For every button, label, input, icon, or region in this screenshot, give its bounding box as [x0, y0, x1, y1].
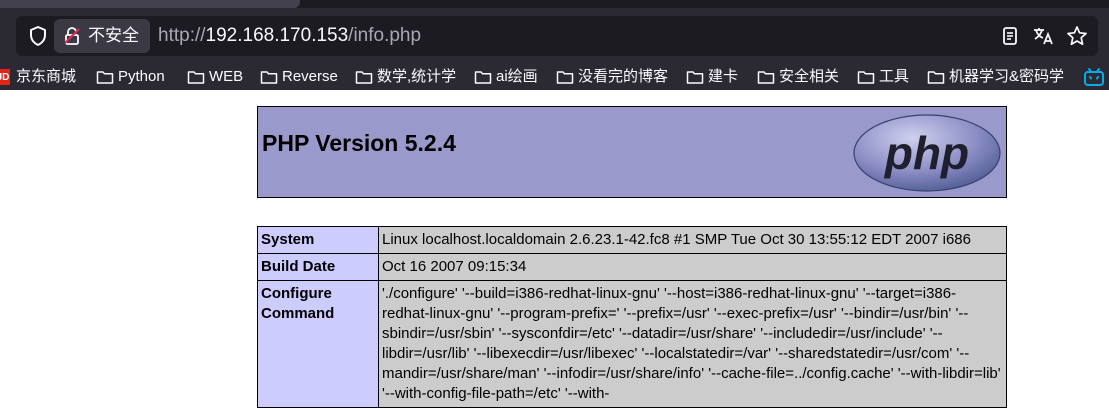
security-indicator[interactable]: 不安全: [54, 19, 150, 53]
bookmark-label: ai绘画: [496, 68, 538, 85]
bookmark-folder-ml-crypto[interactable]: 机器学习&密码学: [927, 66, 1064, 88]
bookmark-folder-tools[interactable]: 工具: [857, 66, 909, 88]
bookmark-star-icon[interactable]: [1065, 24, 1089, 48]
broken-lock-icon: [64, 27, 80, 45]
bilibili-icon[interactable]: [1083, 67, 1105, 87]
bookmark-folder-blogs[interactable]: 没看完的博客: [556, 66, 668, 88]
folder-icon: [857, 71, 875, 84]
folder-icon: [757, 71, 775, 84]
table-row: System Linux localhost.localdomain 2.6.2…: [257, 226, 1007, 254]
php-info-table: System Linux localhost.localdomain 2.6.2…: [257, 226, 1007, 408]
folder-icon: [187, 71, 205, 84]
bookmark-label: 数学,统计学: [377, 68, 457, 85]
page-title: PHP Version 5.2.4: [262, 130, 456, 156]
bookmark-label: WEB: [209, 68, 244, 85]
bookmark-folder-math[interactable]: 数学,统计学: [355, 66, 456, 88]
row-value: Linux localhost.localdomain 2.6.23.1-42.…: [378, 226, 1007, 254]
bookmark-folder-security[interactable]: 安全相关: [757, 66, 839, 88]
bookmarks-toolbar: JD 京东商城 Python WEB Reverse 数学,统计学 ai绘画 没…: [0, 64, 1109, 90]
php-version-header: PHP Version 5.2.4 php: [257, 106, 1007, 198]
active-tab-edge[interactable]: [0, 0, 300, 8]
table-row: Build Date Oct 16 2007 09:15:34: [257, 253, 1007, 281]
bookmark-label: 没看完的博客: [578, 68, 669, 85]
folder-icon: [474, 71, 492, 84]
bookmark-folder-web[interactable]: WEB: [187, 66, 243, 88]
bookmark-folder-card[interactable]: 建卡: [686, 66, 738, 88]
address-bar[interactable]: 不安全 http://192.168.170.153/info.php: [16, 16, 1098, 56]
folder-icon: [96, 71, 114, 84]
bookmark-jd[interactable]: JD 京东商城: [0, 66, 76, 88]
php-logo-text: php: [883, 127, 969, 179]
php-logo[interactable]: php: [852, 113, 1002, 193]
url-text[interactable]: http://192.168.170.153/info.php: [158, 25, 421, 47]
bookmark-label: 建卡: [708, 68, 739, 85]
table-row: Configure Command './configure' '--build…: [257, 280, 1007, 408]
bookmark-label: 安全相关: [779, 68, 840, 85]
security-label: 不安全: [88, 26, 139, 45]
folder-icon: [260, 71, 278, 84]
folder-icon: [355, 71, 373, 84]
folder-icon: [927, 71, 945, 84]
shield-icon[interactable]: [26, 24, 50, 48]
url-scheme: http://: [158, 25, 206, 46]
jd-icon: JD: [0, 69, 10, 85]
folder-icon: [686, 71, 704, 84]
navigation-toolbar: 不安全 http://192.168.170.153/info.php: [0, 8, 1109, 64]
url-path: /info.php: [348, 25, 422, 46]
bookmark-label: 京东商城: [16, 68, 77, 85]
url-host: 192.168.170.153: [205, 25, 349, 46]
bookmark-label: Python: [118, 68, 165, 85]
reader-mode-icon[interactable]: [998, 24, 1022, 48]
tab-strip: [0, 0, 1109, 8]
bookmark-folder-ai[interactable]: ai绘画: [474, 66, 538, 88]
row-value: Oct 16 2007 09:15:34: [378, 253, 1007, 281]
row-key: System: [257, 226, 379, 254]
translate-icon[interactable]: [1031, 24, 1055, 48]
folder-icon: [556, 71, 574, 84]
bookmark-label: Reverse: [282, 68, 338, 85]
bookmark-label: 工具: [879, 68, 910, 85]
bookmark-folder-python[interactable]: Python: [96, 66, 165, 88]
row-value: './configure' '--build=i386-redhat-linux…: [378, 280, 1007, 408]
bookmark-label: 机器学习&密码学: [949, 68, 1065, 85]
page-content: PHP Version 5.2.4 php System Linux local…: [0, 90, 1109, 408]
row-key: Build Date: [257, 253, 379, 281]
bookmark-folder-reverse[interactable]: Reverse: [260, 66, 338, 88]
row-key: Configure Command: [257, 280, 379, 408]
